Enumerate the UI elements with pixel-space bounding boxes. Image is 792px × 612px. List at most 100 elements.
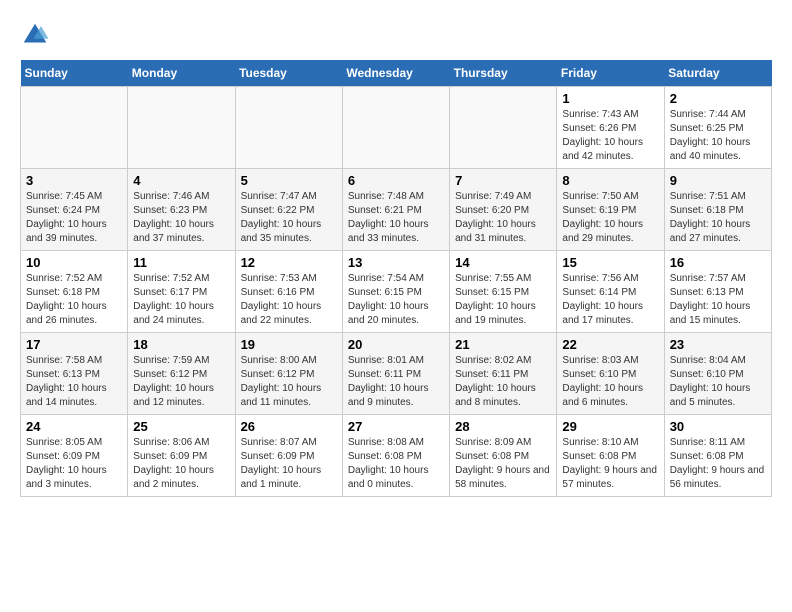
day-info: Sunrise: 7:46 AM Sunset: 6:23 PM Dayligh… bbox=[133, 190, 229, 246]
day-info: Sunrise: 8:06 AM Sunset: 6:09 PM Dayligh… bbox=[133, 436, 229, 492]
day-number: 2 bbox=[670, 91, 766, 106]
day-cell bbox=[128, 87, 235, 169]
day-cell bbox=[21, 87, 128, 169]
day-info: Sunrise: 7:52 AM Sunset: 6:18 PM Dayligh… bbox=[26, 272, 122, 328]
day-number: 24 bbox=[26, 419, 122, 434]
day-info: Sunrise: 7:52 AM Sunset: 6:17 PM Dayligh… bbox=[133, 272, 229, 328]
day-cell: 24 Sunrise: 8:05 AM Sunset: 6:09 PM Dayli… bbox=[21, 415, 128, 497]
day-cell: 28 Sunrise: 8:09 AM Sunset: 6:08 PM Dayli… bbox=[450, 415, 557, 497]
day-cell: 11 Sunrise: 7:52 AM Sunset: 6:17 PM Dayli… bbox=[128, 251, 235, 333]
day-number: 20 bbox=[348, 337, 444, 352]
day-number: 18 bbox=[133, 337, 229, 352]
header-cell-tuesday: Tuesday bbox=[235, 60, 342, 87]
day-number: 23 bbox=[670, 337, 766, 352]
day-cell: 17Sunrise: 7:58 AM Sunset: 6:13 PM Dayli… bbox=[21, 333, 128, 415]
day-cell: 7 Sunrise: 7:49 AM Sunset: 6:20 PM Daylig… bbox=[450, 169, 557, 251]
page-header bbox=[20, 20, 772, 50]
week-row-4: 17Sunrise: 7:58 AM Sunset: 6:13 PM Dayli… bbox=[21, 333, 772, 415]
day-info: Sunrise: 7:55 AM Sunset: 6:15 PM Dayligh… bbox=[455, 272, 551, 328]
day-number: 22 bbox=[562, 337, 658, 352]
day-info: Sunrise: 8:09 AM Sunset: 6:08 PM Dayligh… bbox=[455, 436, 551, 492]
header-cell-thursday: Thursday bbox=[450, 60, 557, 87]
day-cell bbox=[342, 87, 449, 169]
day-number: 12 bbox=[241, 255, 337, 270]
day-info: Sunrise: 8:08 AM Sunset: 6:08 PM Dayligh… bbox=[348, 436, 444, 492]
day-number: 25 bbox=[133, 419, 229, 434]
day-number: 17 bbox=[26, 337, 122, 352]
day-number: 7 bbox=[455, 173, 551, 188]
day-info: Sunrise: 7:48 AM Sunset: 6:21 PM Dayligh… bbox=[348, 190, 444, 246]
day-cell bbox=[450, 87, 557, 169]
day-cell: 4 Sunrise: 7:46 AM Sunset: 6:23 PM Daylig… bbox=[128, 169, 235, 251]
calendar-header: SundayMondayTuesdayWednesdayThursdayFrid… bbox=[21, 60, 772, 87]
day-info: Sunrise: 8:03 AM Sunset: 6:10 PM Dayligh… bbox=[562, 354, 658, 410]
day-cell: 15 Sunrise: 7:56 AM Sunset: 6:14 PM Dayli… bbox=[557, 251, 664, 333]
day-info: Sunrise: 8:05 AM Sunset: 6:09 PM Dayligh… bbox=[26, 436, 122, 492]
day-info: Sunrise: 7:59 AM Sunset: 6:12 PM Dayligh… bbox=[133, 354, 229, 410]
day-info: Sunrise: 7:54 AM Sunset: 6:15 PM Dayligh… bbox=[348, 272, 444, 328]
day-cell: 6 Sunrise: 7:48 AM Sunset: 6:21 PM Daylig… bbox=[342, 169, 449, 251]
day-number: 4 bbox=[133, 173, 229, 188]
day-cell: 29 Sunrise: 8:10 AM Sunset: 6:08 PM Dayli… bbox=[557, 415, 664, 497]
week-row-5: 24 Sunrise: 8:05 AM Sunset: 6:09 PM Dayli… bbox=[21, 415, 772, 497]
header-cell-friday: Friday bbox=[557, 60, 664, 87]
day-cell bbox=[235, 87, 342, 169]
day-info: Sunrise: 7:49 AM Sunset: 6:20 PM Dayligh… bbox=[455, 190, 551, 246]
day-cell: 8 Sunrise: 7:50 AM Sunset: 6:19 PM Daylig… bbox=[557, 169, 664, 251]
day-number: 30 bbox=[670, 419, 766, 434]
day-number: 9 bbox=[670, 173, 766, 188]
day-cell: 20 Sunrise: 8:01 AM Sunset: 6:11 PM Dayli… bbox=[342, 333, 449, 415]
logo-icon bbox=[20, 20, 50, 50]
day-number: 19 bbox=[241, 337, 337, 352]
calendar-body: 1 Sunrise: 7:43 AM Sunset: 6:26 PM Daylig… bbox=[21, 87, 772, 497]
day-info: Sunrise: 7:47 AM Sunset: 6:22 PM Dayligh… bbox=[241, 190, 337, 246]
day-cell: 27Sunrise: 8:08 AM Sunset: 6:08 PM Dayli… bbox=[342, 415, 449, 497]
day-number: 3 bbox=[26, 173, 122, 188]
day-info: Sunrise: 7:43 AM Sunset: 6:26 PM Dayligh… bbox=[562, 108, 658, 164]
week-row-3: 10 Sunrise: 7:52 AM Sunset: 6:18 PM Dayli… bbox=[21, 251, 772, 333]
header-cell-wednesday: Wednesday bbox=[342, 60, 449, 87]
day-cell: 18 Sunrise: 7:59 AM Sunset: 6:12 PM Dayli… bbox=[128, 333, 235, 415]
day-number: 29 bbox=[562, 419, 658, 434]
day-number: 1 bbox=[562, 91, 658, 106]
day-number: 28 bbox=[455, 419, 551, 434]
day-number: 13 bbox=[348, 255, 444, 270]
day-info: Sunrise: 8:02 AM Sunset: 6:11 PM Dayligh… bbox=[455, 354, 551, 410]
day-number: 15 bbox=[562, 255, 658, 270]
day-info: Sunrise: 7:44 AM Sunset: 6:25 PM Dayligh… bbox=[670, 108, 766, 164]
day-number: 8 bbox=[562, 173, 658, 188]
week-row-2: 3 Sunrise: 7:45 AM Sunset: 6:24 PM Daylig… bbox=[21, 169, 772, 251]
calendar-table: SundayMondayTuesdayWednesdayThursdayFrid… bbox=[20, 60, 772, 497]
header-cell-sunday: Sunday bbox=[21, 60, 128, 87]
day-number: 6 bbox=[348, 173, 444, 188]
day-cell: 14Sunrise: 7:55 AM Sunset: 6:15 PM Dayli… bbox=[450, 251, 557, 333]
day-number: 10 bbox=[26, 255, 122, 270]
day-cell: 13 Sunrise: 7:54 AM Sunset: 6:15 PM Dayli… bbox=[342, 251, 449, 333]
header-cell-monday: Monday bbox=[128, 60, 235, 87]
day-info: Sunrise: 7:51 AM Sunset: 6:18 PM Dayligh… bbox=[670, 190, 766, 246]
day-info: Sunrise: 8:00 AM Sunset: 6:12 PM Dayligh… bbox=[241, 354, 337, 410]
header-row: SundayMondayTuesdayWednesdayThursdayFrid… bbox=[21, 60, 772, 87]
day-cell: 30Sunrise: 8:11 AM Sunset: 6:08 PM Dayli… bbox=[664, 415, 771, 497]
day-info: Sunrise: 7:56 AM Sunset: 6:14 PM Dayligh… bbox=[562, 272, 658, 328]
header-cell-saturday: Saturday bbox=[664, 60, 771, 87]
day-cell: 26 Sunrise: 8:07 AM Sunset: 6:09 PM Dayli… bbox=[235, 415, 342, 497]
day-cell: 23 Sunrise: 8:04 AM Sunset: 6:10 PM Dayli… bbox=[664, 333, 771, 415]
day-info: Sunrise: 8:10 AM Sunset: 6:08 PM Dayligh… bbox=[562, 436, 658, 492]
day-cell: 2 Sunrise: 7:44 AM Sunset: 6:25 PM Daylig… bbox=[664, 87, 771, 169]
day-cell: 5 Sunrise: 7:47 AM Sunset: 6:22 PM Daylig… bbox=[235, 169, 342, 251]
day-info: Sunrise: 7:53 AM Sunset: 6:16 PM Dayligh… bbox=[241, 272, 337, 328]
day-info: Sunrise: 7:45 AM Sunset: 6:24 PM Dayligh… bbox=[26, 190, 122, 246]
day-info: Sunrise: 8:04 AM Sunset: 6:10 PM Dayligh… bbox=[670, 354, 766, 410]
day-number: 11 bbox=[133, 255, 229, 270]
day-number: 26 bbox=[241, 419, 337, 434]
day-cell: 25 Sunrise: 8:06 AM Sunset: 6:09 PM Dayli… bbox=[128, 415, 235, 497]
day-cell: 12 Sunrise: 7:53 AM Sunset: 6:16 PM Dayli… bbox=[235, 251, 342, 333]
day-cell: 9 Sunrise: 7:51 AM Sunset: 6:18 PM Daylig… bbox=[664, 169, 771, 251]
day-number: 21 bbox=[455, 337, 551, 352]
day-info: Sunrise: 8:07 AM Sunset: 6:09 PM Dayligh… bbox=[241, 436, 337, 492]
day-number: 5 bbox=[241, 173, 337, 188]
day-number: 16 bbox=[670, 255, 766, 270]
day-info: Sunrise: 7:50 AM Sunset: 6:19 PM Dayligh… bbox=[562, 190, 658, 246]
day-info: Sunrise: 8:01 AM Sunset: 6:11 PM Dayligh… bbox=[348, 354, 444, 410]
